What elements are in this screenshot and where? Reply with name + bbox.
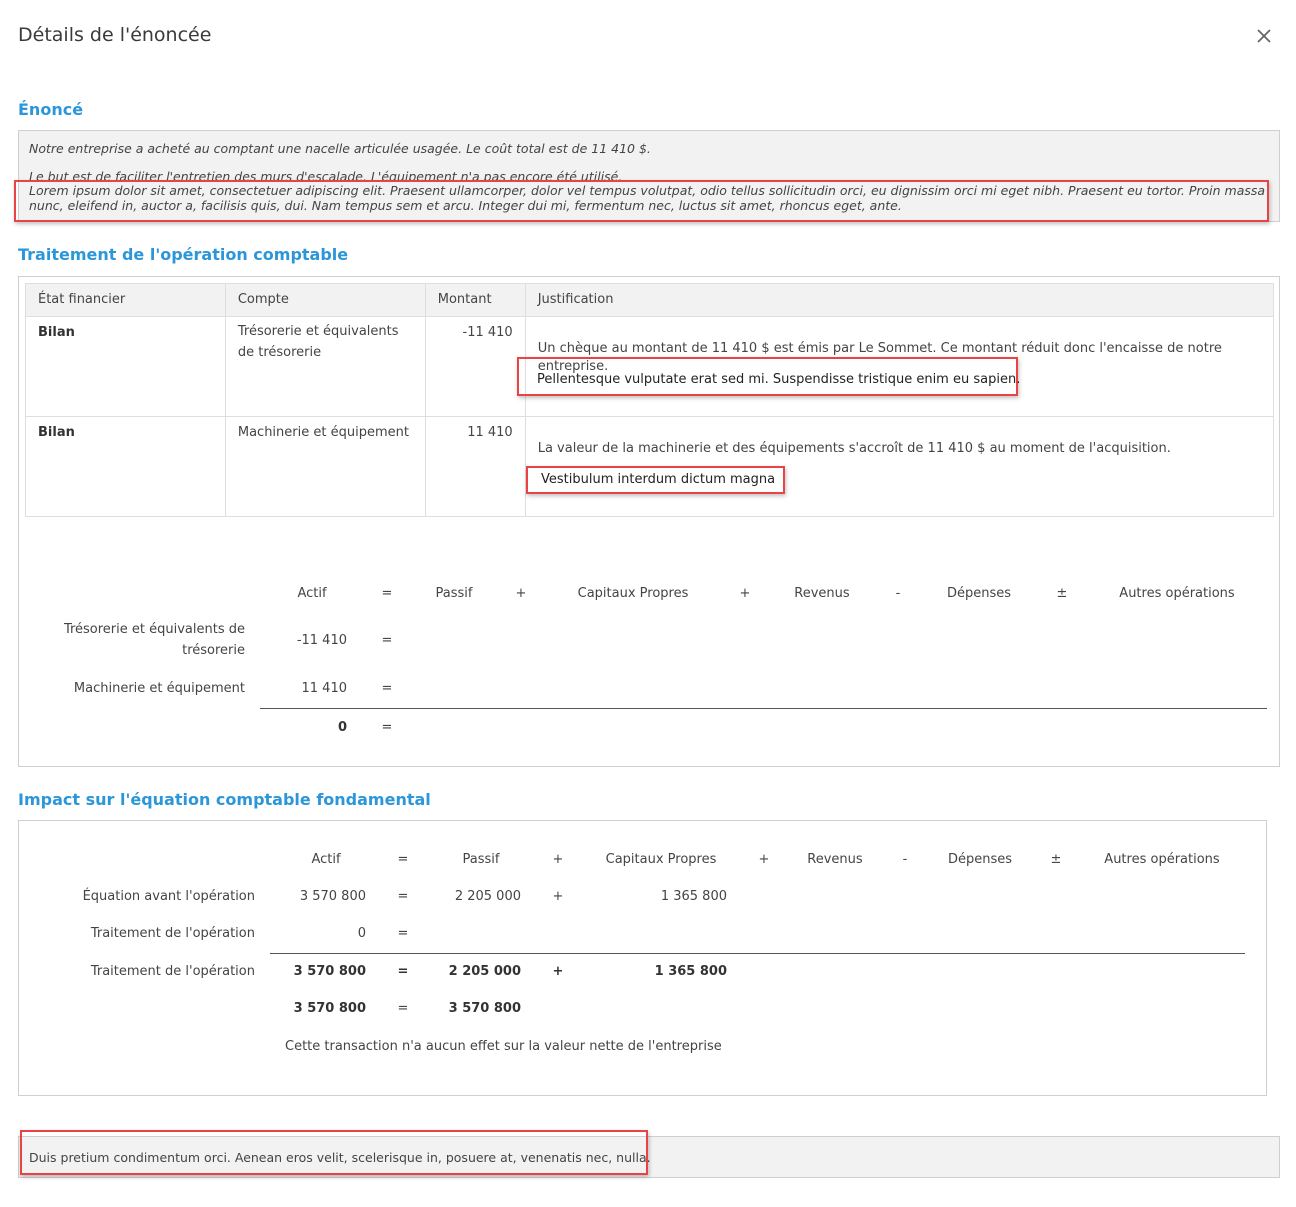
modal-title: Détails de l'énoncée (18, 24, 212, 46)
eq-total-rule (260, 708, 1267, 709)
cell-montant: 11 410 (424, 416, 526, 517)
impact-total-capitaux: 1 365 800 (654, 964, 727, 979)
impact-header-plus: + (552, 852, 564, 867)
eq-row-label: Trésorerie et équivalents de (63, 622, 245, 637)
eq-row-label: trésorerie (182, 643, 245, 658)
impact-row-actif: 3 570 800 (299, 889, 366, 904)
impact-header-passif: Passif (462, 852, 500, 867)
header-montant: Montant (424, 283, 526, 317)
eq-header-revenus: Revenus (794, 586, 850, 601)
enonce-title: Énoncé (18, 100, 84, 119)
enonce-highlight-box (14, 180, 1269, 222)
impact-header-minus: - (902, 852, 908, 867)
justification-note: Vestibulum interdum dictum magna (541, 472, 776, 487)
impact-summary-actif: 3 570 800 (293, 1001, 366, 1016)
header-compte: Compte (224, 283, 426, 317)
eq-row-actif: 11 410 (301, 681, 348, 696)
impact-title: Impact sur l'équation comptable fondamen… (18, 790, 431, 809)
table-header-row: État financier Compte Montant Justificat… (25, 283, 1275, 317)
impact-header-plus: + (758, 852, 770, 867)
header-etat: État financier (25, 283, 226, 317)
eq-header-capitaux: Capitaux Propres (577, 586, 689, 601)
enonce-line-2: Le but est de faciliter l'entretien des … (29, 169, 623, 180)
impact-total-actif: 3 570 800 (293, 964, 366, 979)
impact-row-equals: = (397, 889, 409, 904)
eq-row-equals: = (381, 681, 393, 696)
eq-header-depenses: Dépenses (946, 586, 1012, 601)
impact-row-equals: = (397, 926, 409, 941)
impact-row-capitaux: 1 365 800 (660, 889, 727, 904)
impact-summary-equals: = (397, 1001, 409, 1016)
impact-header-equals: = (397, 852, 409, 867)
impact-panel: Actif = Passif + Capitaux Propres + Reve… (18, 820, 1267, 1096)
eq-header-plus: + (739, 586, 751, 601)
impact-header-capitaux: Capitaux Propres (605, 852, 717, 867)
close-icon[interactable] (1254, 26, 1274, 46)
eq-header-autres: Autres opérations (1119, 586, 1235, 601)
impact-total-plus: + (552, 964, 564, 979)
impact-total-equals: = (397, 964, 409, 979)
impact-row-label: Équation avant l'opération (82, 889, 255, 904)
impact-header-depenses: Dépenses (947, 852, 1013, 867)
eq-header-plus: + (515, 586, 527, 601)
footer-highlight-box (20, 1130, 648, 1175)
impact-row-label: Traitement de l'opération (90, 964, 255, 979)
impact-row-passif: 2 205 000 (454, 889, 521, 904)
traitement-panel: État financier Compte Montant Justificat… (18, 276, 1280, 767)
cell-etat: Bilan (25, 316, 226, 417)
cell-compte: Machinerie et équipement (224, 416, 426, 517)
impact-row-label: Traitement de l'opération (90, 926, 255, 941)
impact-summary-total: 3 570 800 (448, 1001, 521, 1016)
justification-text: La valeur de la machinerie et des équipe… (537, 441, 1171, 456)
eq-row-equals: = (381, 633, 393, 648)
impact-header-actif: Actif (311, 852, 341, 867)
traitement-title: Traitement de l'opération comptable (18, 245, 349, 264)
header-justification: Justification (524, 283, 1275, 317)
impact-header-autres: Autres opérations (1104, 852, 1220, 867)
eq-header-actif: Actif (297, 586, 327, 601)
eq-header-plusminus: ± (1056, 586, 1068, 601)
eq-header-minus: - (895, 586, 901, 601)
eq-row-label: Machinerie et équipement (73, 681, 245, 696)
cell-compte: Trésorerie et équivalents de trésorerie (224, 316, 426, 417)
enonce-line-1: Notre entreprise a acheté au comptant un… (29, 141, 651, 156)
impact-total-rule (270, 953, 1245, 954)
impact-row-actif: 0 (357, 926, 366, 941)
cell-etat: Bilan (25, 416, 226, 517)
impact-row-plus: + (552, 889, 564, 904)
justification-note: Pellentesque vulputate erat sed mi. Susp… (537, 372, 1021, 387)
eq-header-passif: Passif (435, 586, 473, 601)
close-button[interactable] (1254, 26, 1274, 46)
eq-total-actif: 0 (337, 720, 347, 735)
eq-total-equals: = (381, 720, 393, 735)
cell-montant: -11 410 (424, 316, 526, 417)
impact-note: Cette transaction n'a aucun effet sur la… (285, 1039, 722, 1054)
eq-header-equals: = (381, 586, 393, 601)
impact-total-passif: 2 205 000 (448, 964, 521, 979)
impact-header-plusminus: ± (1050, 852, 1062, 867)
impact-header-revenus: Revenus (807, 852, 863, 867)
eq-row-actif: -11 410 (296, 633, 347, 648)
